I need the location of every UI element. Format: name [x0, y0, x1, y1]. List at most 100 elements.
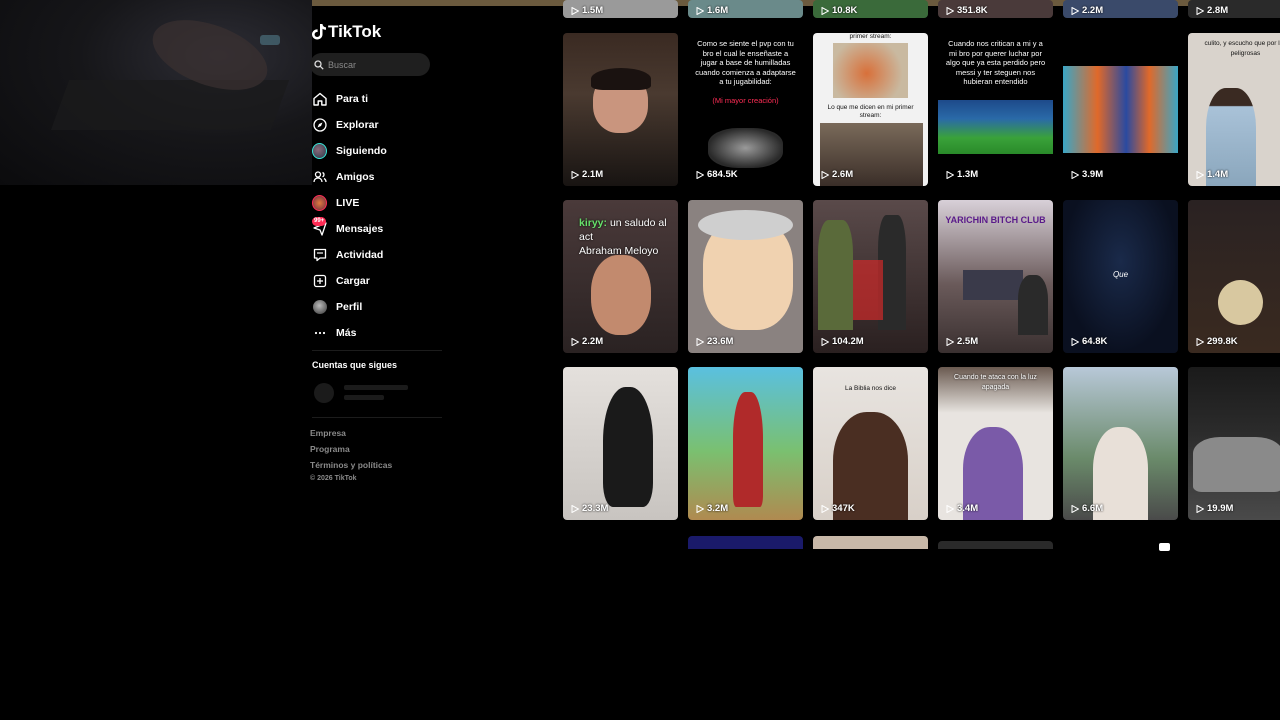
video-tile[interactable]: 2.2M: [1063, 0, 1178, 18]
video-tile[interactable]: 1.6M: [688, 0, 803, 18]
video-tile[interactable]: 3.2M: [688, 367, 803, 520]
search-input[interactable]: [328, 59, 418, 70]
video-tile[interactable]: 23.3M: [563, 367, 678, 520]
video-caption: culito, y escucho que por las peligrosas: [1204, 40, 1280, 57]
footer-link-programa[interactable]: Programa: [310, 444, 392, 460]
play-icon: [696, 504, 704, 513]
views-text: 19.9M: [1207, 503, 1234, 514]
copyright: © 2026 TikTok: [310, 475, 357, 482]
footer-link-terminos[interactable]: Términos y políticas: [310, 460, 392, 476]
table-image: [963, 270, 1023, 300]
video-tile[interactable]: kiryy: un saludo al act Abraham Meloyo 2…: [563, 200, 678, 353]
video-tile[interactable]: [813, 536, 928, 549]
video-tile[interactable]: Que 64.8K: [1063, 200, 1178, 353]
stream-chat-message: kiryy: un saludo al act Abraham Meloyo: [579, 216, 678, 258]
nav-item-siguiendo[interactable]: Siguiendo: [312, 138, 452, 164]
friends-icon: [312, 170, 327, 185]
nav-item-actividad[interactable]: Actividad: [312, 242, 452, 268]
video-tile[interactable]: 299.8K: [1188, 200, 1280, 353]
video-tile[interactable]: 2.1M: [563, 33, 678, 186]
play-icon: [946, 170, 954, 179]
views-text: 1.4M: [1207, 169, 1229, 180]
play-icon: [571, 504, 579, 513]
video-tile[interactable]: [938, 541, 1053, 549]
play-icon: [821, 504, 829, 513]
video-tile[interactable]: 104.2M: [813, 200, 928, 353]
footer-link-empresa[interactable]: Empresa: [310, 428, 392, 444]
nav-item-explorar[interactable]: Explorar: [312, 112, 452, 138]
play-icon: [1071, 337, 1079, 346]
views-text: 347K: [832, 503, 855, 514]
views-text: 2.8M: [1207, 5, 1229, 16]
nav-item-para-ti[interactable]: Para ti: [312, 86, 452, 112]
video-tile[interactable]: [688, 536, 803, 549]
soccer-image: [938, 100, 1053, 154]
nav-item-cargar[interactable]: Cargar: [312, 268, 452, 294]
views-count: 23.6M: [696, 336, 733, 347]
messages-badge: 99+: [312, 216, 327, 226]
cartoon-figure-image: [733, 392, 763, 507]
video-tile[interactable]: 23.6M: [688, 200, 803, 353]
nav-label: Actividad: [336, 249, 384, 261]
nav-item-amigos[interactable]: Amigos: [312, 164, 452, 190]
play-icon: [1071, 170, 1079, 179]
nav-item-mas[interactable]: Más: [312, 320, 452, 346]
car-image: [1193, 437, 1280, 492]
play-icon: [1196, 504, 1204, 513]
video-tile[interactable]: 19.9M: [1188, 367, 1280, 520]
divider: [312, 417, 442, 418]
video-tile[interactable]: 3.9M: [1063, 33, 1178, 186]
cartoon-hair-image: [698, 210, 793, 240]
play-icon: [821, 6, 829, 15]
video-tile[interactable]: 10.8K: [813, 0, 928, 18]
views-text: 1.3M: [957, 169, 979, 180]
video-tile[interactable]: YARICHIN BITCH CLUB 2.5M: [938, 200, 1053, 353]
views-text: 2.1M: [582, 169, 604, 180]
video-tile[interactable]: 351.8K: [938, 0, 1053, 18]
lion-image: [833, 43, 908, 98]
play-icon: [1196, 170, 1204, 179]
chat-text-line2: Abraham Meloyo: [579, 245, 659, 257]
video-tile[interactable]: culito, y escucho que por las peligrosas…: [1188, 33, 1280, 186]
nav-item-live[interactable]: LIVE: [312, 190, 452, 216]
account-name-placeholder: [344, 385, 408, 390]
sidebar-nav: Para ti Explorar Siguiendo Amigos LIVE 9…: [312, 86, 452, 346]
activity-icon: [312, 248, 327, 263]
nav-label: Perfil: [336, 301, 363, 313]
compass-icon: [312, 118, 327, 133]
views-text: 23.3M: [582, 503, 609, 514]
video-tile[interactable]: primer stream: Lo que me dicen en mi pri…: [813, 33, 928, 186]
play-icon: [946, 6, 954, 15]
nav-label: Explorar: [336, 119, 379, 131]
views-text: 10.8K: [832, 5, 858, 16]
face-image: [591, 255, 651, 335]
views-count: 1.4M: [1196, 169, 1228, 180]
views-count: 2.1M: [571, 169, 603, 180]
following-avatar-icon: [312, 143, 327, 159]
video-tile[interactable]: La Biblia nos dice 347K: [813, 367, 928, 520]
views-count: 1.5M: [571, 5, 603, 16]
nav-item-perfil[interactable]: Perfil: [312, 294, 452, 320]
views-text: 2.6M: [832, 169, 854, 180]
tiktok-note-icon: [312, 24, 326, 40]
play-icon: [696, 337, 704, 346]
search-box[interactable]: [310, 53, 430, 76]
views-count: 3.4M: [946, 503, 978, 514]
account-handle-placeholder: [344, 395, 384, 400]
video-tile[interactable]: Cuando nos critican a mi y a mi bro por …: [938, 33, 1053, 186]
views-text: 2.2M: [1082, 5, 1104, 16]
views-text: 2.2M: [582, 336, 604, 347]
nav-item-mensajes[interactable]: 99+ Mensajes: [312, 216, 452, 242]
upload-icon: [312, 274, 327, 289]
video-caption: primer stream:: [849, 33, 892, 40]
views-count: 299.8K: [1196, 336, 1238, 347]
person-image: [818, 220, 853, 330]
views-text: 1.6M: [707, 5, 729, 16]
tiktok-logo[interactable]: TikTok: [312, 22, 381, 42]
video-caption: Que: [1112, 270, 1129, 279]
video-tile[interactable]: Como se siente el pvp con tu bro el cual…: [688, 33, 803, 186]
video-tile[interactable]: 6.6M: [1063, 367, 1178, 520]
video-tile[interactable]: 1.5M: [563, 0, 678, 18]
video-tile[interactable]: Cuando te ataca con la luz apagada 3.4M: [938, 367, 1053, 520]
video-tile[interactable]: 2.8M: [1188, 0, 1280, 18]
